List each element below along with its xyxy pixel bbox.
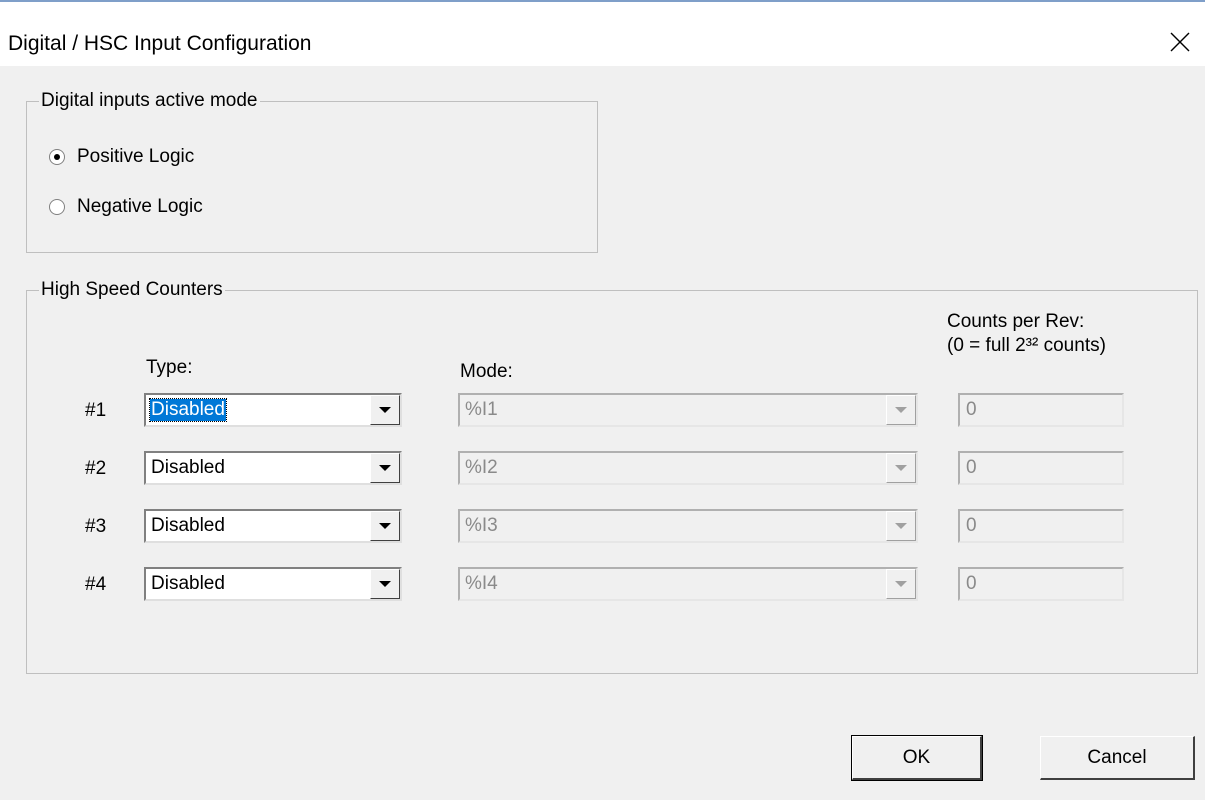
counter-2-type-value: Disabled	[151, 457, 225, 478]
counter-1-type-value: Disabled	[149, 398, 227, 422]
counter-4-type-select[interactable]: Disabled	[144, 567, 402, 601]
counter-3-counts-value: 0	[966, 515, 977, 536]
counter-3-label: #3	[85, 516, 107, 537]
counter-4-label: #4	[85, 574, 107, 595]
counts-header-line2: (0 = full 2³² counts)	[947, 335, 1106, 356]
negative-logic-option[interactable]: Negative Logic	[49, 194, 203, 220]
counter-2-mode-dropdown-button	[886, 453, 916, 483]
counter-1-type-dropdown-button[interactable]	[370, 395, 400, 425]
negative-logic-label: Negative Logic	[77, 196, 203, 217]
counter-3-counts-field: 0	[958, 509, 1124, 543]
type-column-header: Type:	[146, 357, 193, 378]
counter-2-label: #2	[85, 458, 107, 479]
counter-3-mode-value: %I3	[465, 515, 498, 536]
counter-2-counts-value: 0	[966, 457, 977, 478]
counter-4-counts-value: 0	[966, 573, 977, 594]
counter-3-type-value: Disabled	[151, 515, 225, 536]
title-bar: Digital / HSC Input Configuration	[0, 2, 1205, 66]
chevron-down-icon	[895, 465, 907, 471]
counter-1-counts-field: 0	[958, 393, 1124, 427]
radio-selected-dot	[54, 154, 60, 160]
chevron-down-icon	[895, 407, 907, 413]
counter-1-mode-dropdown-button	[886, 395, 916, 425]
cancel-button[interactable]: Cancel	[1040, 736, 1195, 780]
counter-4-type-value: Disabled	[151, 573, 225, 594]
chevron-down-icon	[895, 523, 907, 529]
mode-column-header: Mode:	[460, 361, 513, 382]
counter-2-counts-field: 0	[958, 451, 1124, 485]
counter-1-counts-value: 0	[966, 399, 977, 420]
ok-button[interactable]: OK	[851, 735, 983, 781]
counter-2-mode-value: %I2	[465, 457, 498, 478]
chevron-down-icon	[379, 465, 391, 471]
counter-2-type-dropdown-button[interactable]	[370, 453, 400, 483]
dialog-client-area: Digital inputs active mode Positive Logi…	[0, 66, 1205, 800]
chevron-down-icon	[895, 581, 907, 587]
counter-2-type-select[interactable]: Disabled	[144, 451, 402, 485]
counter-1-type-select[interactable]: Disabled	[144, 393, 402, 427]
digital-inputs-legend: Digital inputs active mode	[39, 90, 260, 112]
counter-3-type-select[interactable]: Disabled	[144, 509, 402, 543]
high-speed-counters-legend: High Speed Counters	[39, 279, 225, 301]
counter-1-mode-value: %I1	[465, 399, 498, 420]
negative-logic-radio[interactable]	[49, 199, 65, 215]
counter-3-mode-select: %I3	[458, 509, 918, 543]
counter-4-mode-value: %I4	[465, 573, 498, 594]
chevron-down-icon	[379, 407, 391, 413]
counter-2-mode-select: %I2	[458, 451, 918, 485]
counter-3-mode-dropdown-button	[886, 511, 916, 541]
counts-header-line1: Counts per Rev:	[947, 311, 1085, 332]
positive-logic-radio[interactable]	[49, 149, 65, 165]
counter-1-label: #1	[85, 400, 107, 421]
chevron-down-icon	[379, 523, 391, 529]
high-speed-counters-group: High Speed Counters Type: Mode: Counts p…	[26, 279, 1198, 674]
counter-3-type-dropdown-button[interactable]	[370, 511, 400, 541]
digital-inputs-group: Digital inputs active mode Positive Logi…	[26, 90, 598, 253]
chevron-down-icon	[379, 581, 391, 587]
close-icon[interactable]	[1168, 30, 1192, 54]
counter-1-mode-select: %I1	[458, 393, 918, 427]
counter-4-counts-field: 0	[958, 567, 1124, 601]
positive-logic-label: Positive Logic	[77, 146, 195, 167]
window-title: Digital / HSC Input Configuration	[8, 32, 312, 55]
counter-4-mode-dropdown-button	[886, 569, 916, 599]
counter-4-mode-select: %I4	[458, 567, 918, 601]
positive-logic-option[interactable]: Positive Logic	[49, 144, 194, 170]
counter-4-type-dropdown-button[interactable]	[370, 569, 400, 599]
